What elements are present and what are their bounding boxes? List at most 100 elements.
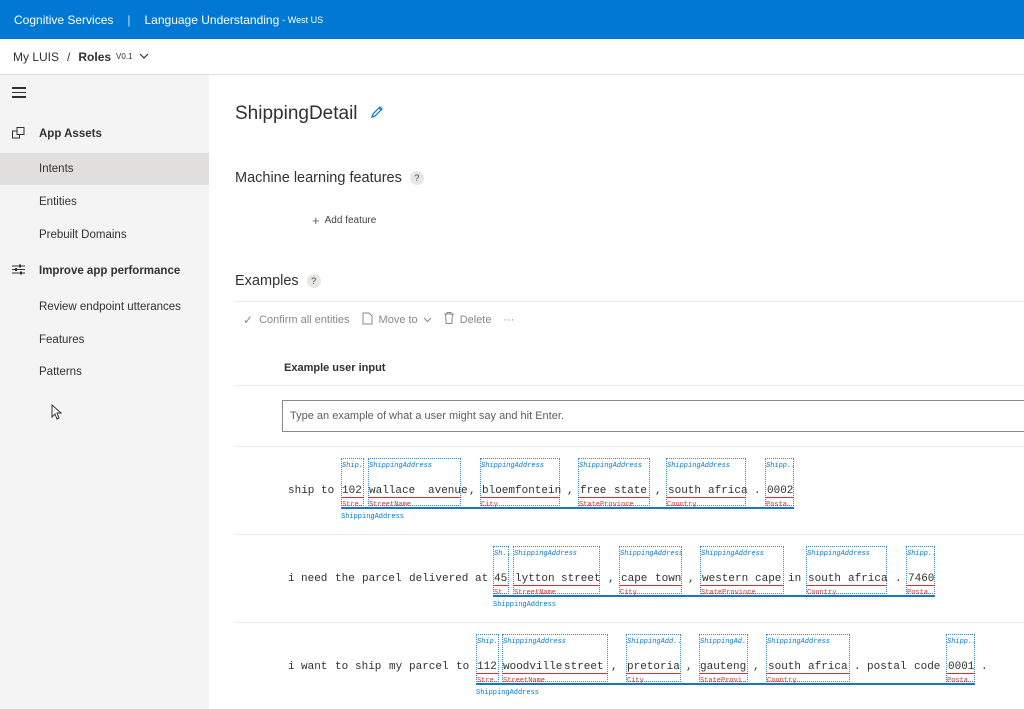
utterance-token[interactable]: ,: [567, 484, 574, 498]
entity-name-label[interactable]: City: [481, 498, 498, 512]
role-label[interactable]: ShippingAd...: [700, 635, 748, 649]
entity-name-label[interactable]: StateProvince: [579, 498, 634, 512]
utterance-token[interactable]: ,: [611, 660, 618, 674]
utterance-token[interactable]: western: [702, 572, 748, 586]
move-to-button[interactable]: Move to: [362, 312, 432, 328]
utterance-token[interactable]: lytton: [515, 572, 555, 586]
sidebar-item-features[interactable]: Features: [0, 324, 209, 356]
role-label[interactable]: ShippingAddress: [481, 459, 544, 473]
utterance-token[interactable]: need: [301, 572, 327, 586]
utterance-token[interactable]: i: [288, 660, 295, 674]
role-label[interactable]: Shipp...: [766, 459, 794, 473]
composite-entity-label[interactable]: ShippingAddress: [476, 686, 539, 700]
role-label[interactable]: ShippingAddress: [503, 635, 566, 649]
utterance-token[interactable]: postal: [867, 660, 907, 674]
utterance-token[interactable]: ship: [355, 660, 381, 674]
utterance-token[interactable]: ,: [686, 660, 693, 674]
entity-name-label[interactable]: Posta...: [766, 498, 794, 512]
role-label[interactable]: ShippingAddress: [579, 459, 642, 473]
confirm-all-entities-button[interactable]: ✓ Confirm all entities: [243, 313, 350, 327]
utterance-token[interactable]: pretoria: [627, 660, 680, 674]
utterance-token[interactable]: to: [456, 660, 469, 674]
breadcrumb-app[interactable]: Roles: [78, 50, 111, 64]
help-icon[interactable]: ?: [306, 274, 321, 288]
utterance-token[interactable]: state: [614, 484, 647, 498]
cognitive-services-link[interactable]: Cognitive Services: [0, 13, 113, 27]
column-header-example-input[interactable]: Example user input: [284, 362, 385, 374]
utterance-token[interactable]: in: [788, 572, 801, 586]
role-label[interactable]: ShippingAddress: [620, 547, 682, 561]
role-label[interactable]: Shipp...: [907, 547, 935, 561]
utterance-token[interactable]: 0002: [767, 484, 793, 498]
utterance-token[interactable]: ,: [688, 572, 695, 586]
utterance-token[interactable]: africa: [708, 484, 748, 498]
utterance-token[interactable]: wallace: [369, 484, 415, 498]
role-label[interactable]: ShippingAdd...: [627, 635, 681, 649]
role-label[interactable]: ShippingAddress: [807, 547, 870, 561]
chevron-down-icon[interactable]: [139, 51, 149, 62]
utterance-token[interactable]: africa: [808, 660, 848, 674]
utterance-token[interactable]: to: [321, 484, 334, 498]
sidebar-item-review-endpoint[interactable]: Review endpoint utterances: [0, 291, 209, 323]
utterance-token[interactable]: at: [475, 572, 488, 586]
sidebar-item-intents[interactable]: Intents: [0, 153, 209, 185]
utterance-token[interactable]: .: [754, 484, 761, 498]
utterance-token[interactable]: parcel: [409, 660, 449, 674]
utterance-token[interactable]: cape: [755, 572, 781, 586]
utterance-token[interactable]: want: [301, 660, 327, 674]
role-label[interactable]: Ship...: [342, 459, 364, 473]
utterance-token[interactable]: cape: [621, 572, 647, 586]
utterance-token[interactable]: .: [895, 572, 902, 586]
role-label[interactable]: Ship...: [477, 635, 499, 649]
entity-name-label[interactable]: City: [620, 586, 637, 600]
entity-name-label[interactable]: Posta...: [947, 674, 975, 688]
sidebar-item-entities[interactable]: Entities: [0, 186, 209, 218]
utterance-token[interactable]: ,: [469, 484, 476, 498]
utterance-token[interactable]: south: [768, 660, 801, 674]
utterance-token[interactable]: i: [288, 572, 295, 586]
utterance-token[interactable]: parcel: [362, 572, 402, 586]
utterance-token[interactable]: 102: [342, 484, 362, 498]
sidebar-item-prebuilt-domains[interactable]: Prebuilt Domains: [0, 219, 209, 251]
utterance-token[interactable]: .: [854, 660, 861, 674]
utterance-token[interactable]: 7460: [908, 572, 934, 586]
utterance-token[interactable]: south: [808, 572, 841, 586]
utterance-token[interactable]: 0001: [948, 660, 974, 674]
role-label[interactable]: ShippingAddress: [369, 459, 432, 473]
entity-name-label[interactable]: Posta...: [907, 586, 935, 600]
utterance-token[interactable]: .: [981, 660, 988, 674]
entity-name-label[interactable]: Country: [767, 674, 796, 688]
composite-entity-label[interactable]: ShippingAddress: [493, 598, 556, 612]
add-feature-button[interactable]: + Add feature: [312, 213, 376, 228]
utterance-token[interactable]: the: [335, 572, 355, 586]
utterance-token[interactable]: woodville: [503, 660, 562, 674]
version-label[interactable]: V0.1: [116, 52, 132, 61]
entity-name-label[interactable]: StateProvi...: [700, 674, 748, 688]
utterance-token[interactable]: 112: [477, 660, 497, 674]
help-icon[interactable]: ?: [409, 171, 424, 185]
breadcrumb-root[interactable]: My LUIS: [13, 50, 59, 64]
utterance-token[interactable]: africa: [848, 572, 888, 586]
app-name[interactable]: Language Understanding: [145, 13, 280, 27]
utterance-token[interactable]: free: [580, 484, 606, 498]
utterance-token[interactable]: south: [668, 484, 701, 498]
utterance-token[interactable]: ,: [608, 572, 615, 586]
role-label[interactable]: ShippingAddress: [701, 547, 764, 561]
utterance-token[interactable]: bloemfontein: [482, 484, 561, 498]
utterance-token[interactable]: my: [389, 660, 402, 674]
role-label[interactable]: ShippingAddress: [767, 635, 830, 649]
utterance-token[interactable]: avenue: [428, 484, 468, 498]
role-label[interactable]: ShippingAddress: [667, 459, 730, 473]
entity-name-label[interactable]: City: [627, 674, 644, 688]
sidebar-item-patterns[interactable]: Patterns: [0, 356, 209, 388]
edit-pencil-icon[interactable]: [370, 105, 384, 123]
utterance-token[interactable]: delivered: [409, 572, 468, 586]
composite-entity-label[interactable]: ShippingAddress: [341, 510, 404, 524]
role-label[interactable]: Sh...: [494, 547, 509, 561]
more-options-button[interactable]: ···: [503, 314, 514, 326]
utterance-token[interactable]: town: [655, 572, 681, 586]
utterance-token[interactable]: to: [335, 660, 348, 674]
entity-name-label[interactable]: StateProvince: [701, 586, 756, 600]
utterance-token[interactable]: ship: [288, 484, 314, 498]
entity-name-label[interactable]: Country: [807, 586, 836, 600]
